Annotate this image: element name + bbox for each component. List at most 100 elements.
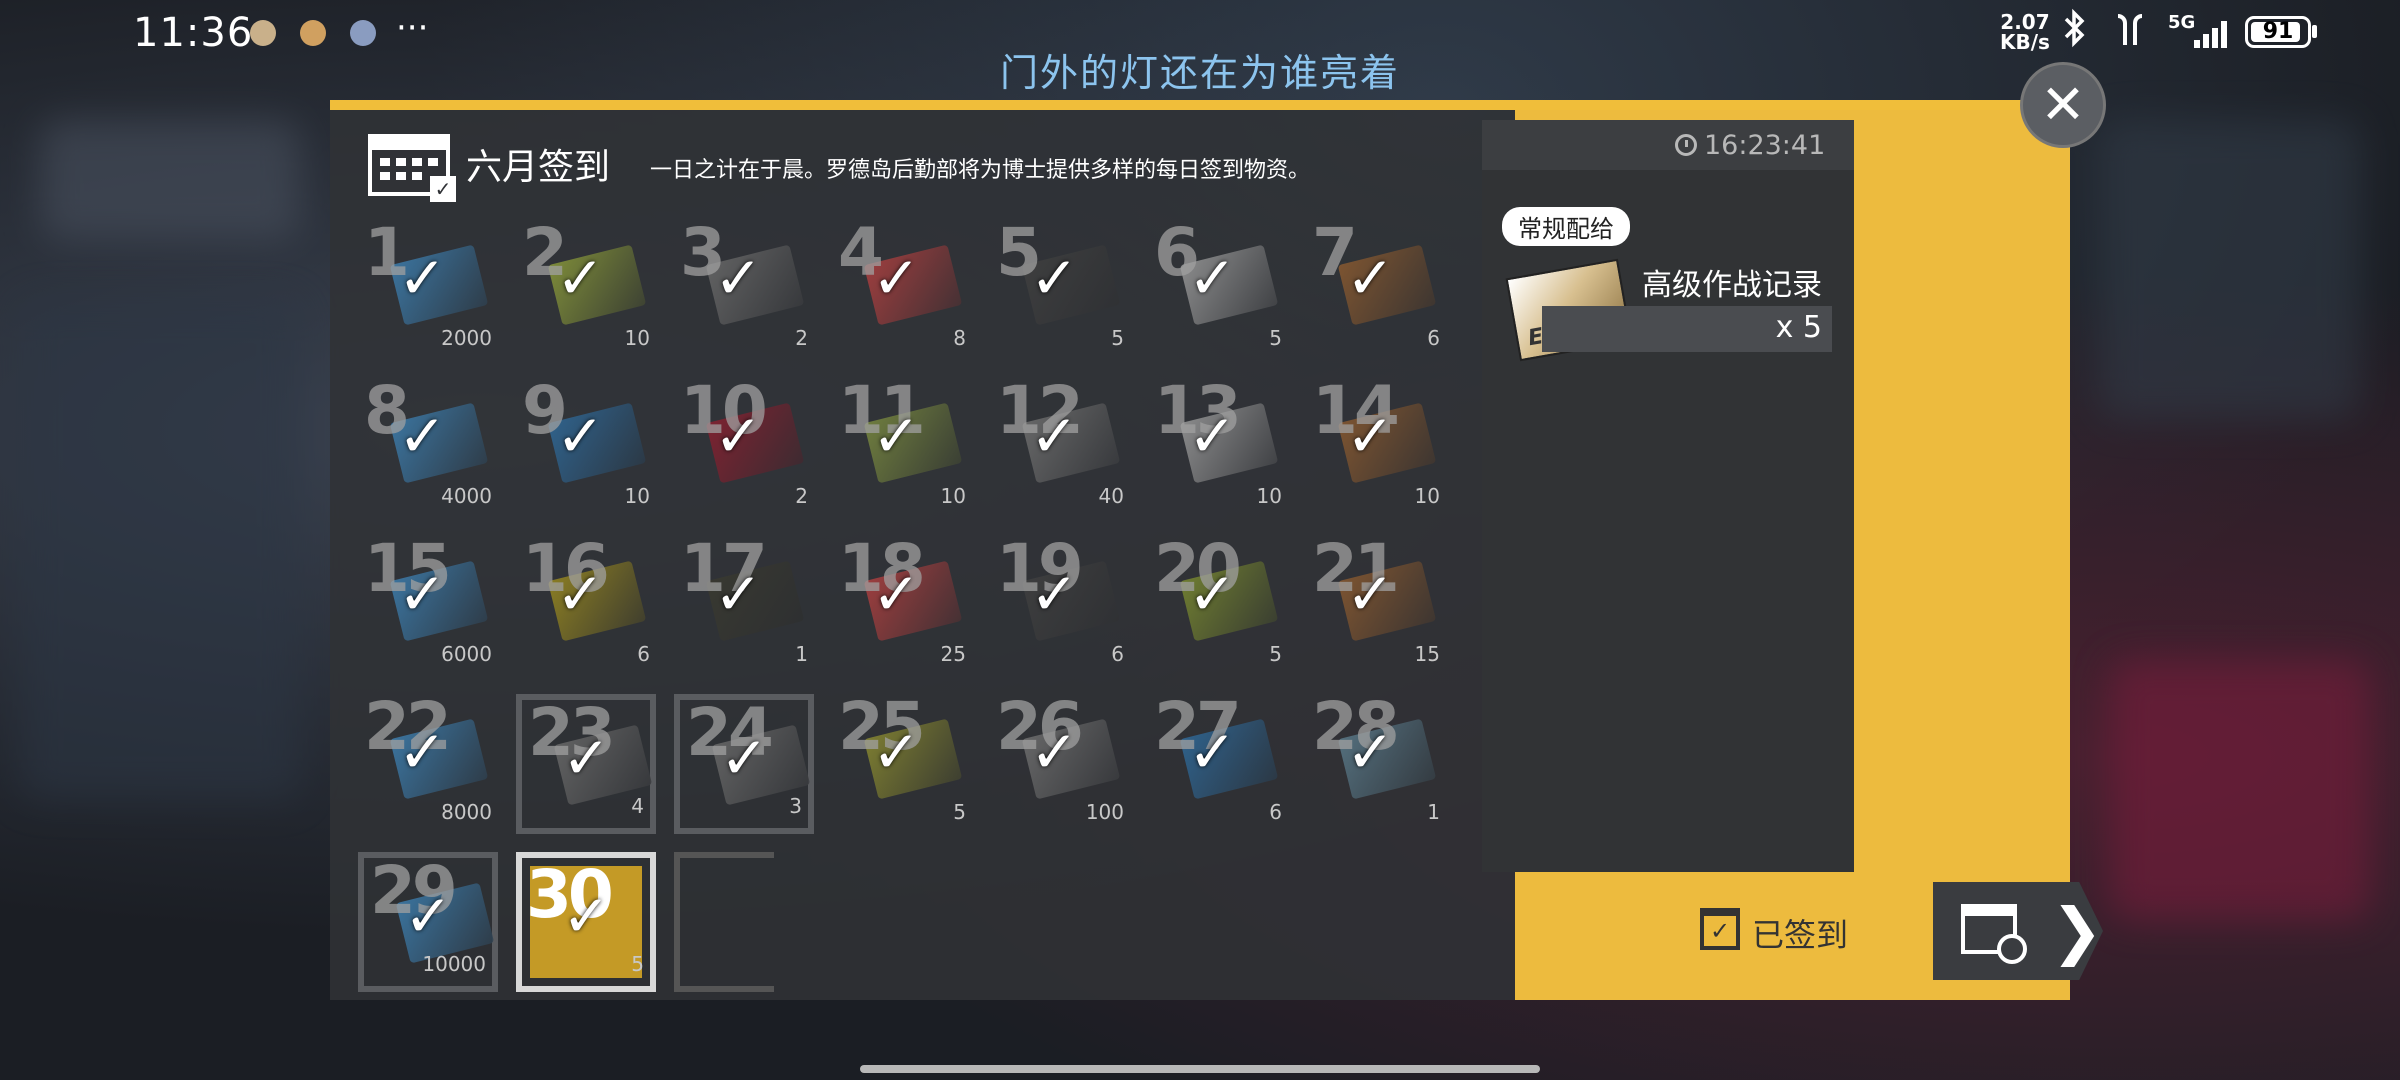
checked-icon: ✓ (1188, 560, 1237, 628)
reward-quantity: 2 (795, 326, 808, 350)
day-cell[interactable]: 17 ✓ 1 (674, 530, 814, 676)
reward-quantity: 5 (1269, 642, 1282, 666)
day-cell[interactable]: 11 ✓ 10 (832, 372, 972, 518)
checked-icon: ✓ (1346, 402, 1395, 470)
checked-icon: ✓ (556, 244, 605, 312)
day-cell[interactable]: 18 ✓ 25 (832, 530, 972, 676)
checked-icon: ✓ (714, 560, 763, 628)
checked-icon: ✓ (720, 724, 769, 792)
checked-icon: ✓ (1030, 244, 1079, 312)
day-cell[interactable]: 16 ✓ 6 (516, 530, 656, 676)
checked-icon: ✓ (1030, 560, 1079, 628)
checked-icon: ✓ (1188, 402, 1237, 470)
reward-quantity: 1 (1427, 800, 1440, 824)
checked-icon: ✓ (1188, 244, 1237, 312)
battery-tip (2312, 25, 2317, 38)
checked-icon: ✓ (714, 402, 763, 470)
calendar-check-icon: ✓ (430, 176, 456, 202)
reward-quantity: 2000 (441, 326, 492, 350)
calendar-search-icon (1961, 904, 2027, 964)
gesture-home-bar[interactable] (860, 1065, 1540, 1073)
calendar-area: ✓ 六月签到 一日之计在于晨。罗德岛后勤部将为博士提供多样的每日签到物资。 1 ✓… (330, 110, 1854, 1000)
reward-quantity: 6 (1427, 326, 1440, 350)
day-cell[interactable]: 4 ✓ 8 (832, 214, 972, 360)
signed-check-icon: ✓ (1700, 908, 1740, 950)
day-cell[interactable]: 20 ✓ 5 (1148, 530, 1288, 676)
calendar-icon: ✓ (368, 134, 456, 202)
empty-day-cell (674, 852, 774, 992)
checked-icon: ✓ (562, 882, 611, 950)
day-cell[interactable]: 6 ✓ 5 (1148, 214, 1288, 360)
day-cell[interactable]: 27 ✓ 6 (1148, 688, 1288, 834)
countdown-time: 16:23:41 (1704, 130, 1826, 161)
checked-icon: ✓ (872, 402, 921, 470)
background-blur (2110, 660, 2370, 920)
reward-quantity: 100 (1085, 800, 1124, 824)
search-icon (1997, 934, 2027, 964)
reward-quantity: 5 (631, 952, 644, 976)
day-cell[interactable]: 14 ✓ 10 (1306, 372, 1446, 518)
reward-quantity: 10 (624, 326, 650, 350)
reward-quantity: 4 (631, 794, 644, 818)
day-cell[interactable]: 1 ✓ 2000 (358, 214, 498, 360)
panel-accent-line (330, 100, 2070, 110)
signed-label: 已签到 (1752, 916, 1849, 954)
day-cell[interactable]: 26 ✓ 100 (990, 688, 1130, 834)
checked-icon: ✓ (398, 718, 447, 786)
reward-quantity: 10 (940, 484, 966, 508)
calendar-history-button[interactable]: ❯ (1933, 882, 2103, 980)
close-icon: ✕ (2040, 73, 2086, 136)
day-cell[interactable]: 28 ✓ 1 (1306, 688, 1446, 834)
checked-icon: ✓ (404, 882, 453, 950)
reward-info-box: 16:23:41 常规配给 EXP x 5 高级作战记录 (1482, 120, 1854, 872)
day-cell[interactable]: 2 ✓ 10 (516, 214, 656, 360)
checked-icon: ✓ (1346, 718, 1395, 786)
reward-quantity: 40 (1098, 484, 1124, 508)
reward-quantity: 8000 (441, 800, 492, 824)
day-cell[interactable]: 24 ✓ 3 (674, 694, 814, 834)
day-cell[interactable]: 10 ✓ 2 (674, 372, 814, 518)
panel-title: 六月签到 (466, 147, 611, 188)
day-cell[interactable]: 25 ✓ 5 (832, 688, 972, 834)
day-cell[interactable]: 21 ✓ 15 (1306, 530, 1446, 676)
day-cell[interactable]: 12 ✓ 40 (990, 372, 1130, 518)
reward-quantity: 10 (1256, 484, 1282, 508)
checkin-panel: ✓ 六月签到 一日之计在于晨。罗德岛后勤部将为博士提供多样的每日签到物资。 1 ✓… (330, 100, 2103, 1000)
day-cell[interactable]: 8 ✓ 4000 (358, 372, 498, 518)
day-cell[interactable]: 7 ✓ 6 (1306, 214, 1446, 360)
reward-quantity: 6 (1111, 642, 1124, 666)
background-blur (20, 300, 300, 800)
reward-quantity: 10 (1414, 484, 1440, 508)
panel-description: 一日之计在于晨。罗德岛后勤部将为博士提供多样的每日签到物资。 (650, 158, 1311, 183)
day-cell[interactable]: 5 ✓ 5 (990, 214, 1130, 360)
day-cell[interactable]: 22 ✓ 8000 (358, 688, 498, 834)
day-cell[interactable]: 23 ✓ 4 (516, 694, 656, 834)
checked-icon: ✓ (398, 244, 447, 312)
reward-item-name: 高级作战记录 (1642, 268, 1822, 303)
reward-quantity: 15 (1414, 642, 1440, 666)
clock-icon (1675, 134, 1697, 156)
supply-type-badge: 常规配给 (1502, 207, 1630, 246)
checked-icon: ✓ (556, 402, 605, 470)
day-cell[interactable]: 29 ✓ 10000 (358, 852, 498, 992)
checked-icon: ✓ (398, 402, 447, 470)
background-blur (40, 120, 300, 240)
reward-quantity: 4000 (441, 484, 492, 508)
day-cell[interactable]: 19 ✓ 6 (990, 530, 1130, 676)
reward-quantity: x 5 (1775, 310, 1822, 345)
close-button[interactable]: ✕ (2020, 62, 2106, 148)
day-cell[interactable]: 13 ✓ 10 (1148, 372, 1288, 518)
day-cell[interactable]: 3 ✓ 2 (674, 214, 814, 360)
checked-icon: ✓ (1346, 244, 1395, 312)
reward-quantity: 1 (795, 642, 808, 666)
reward-quantity: 3 (789, 794, 802, 818)
checked-icon: ✓ (872, 718, 921, 786)
day-cell[interactable]: 15 ✓ 6000 (358, 530, 498, 676)
day-cell[interactable]: 9 ✓ 10 (516, 372, 656, 518)
reward-quantity: 6000 (441, 642, 492, 666)
info-header: 16:23:41 (1482, 120, 1854, 170)
checked-icon: ✓ (1030, 718, 1079, 786)
checked-icon: ✓ (872, 560, 921, 628)
reward-quantity: 8 (953, 326, 966, 350)
day-cell[interactable]: 30 ✓ 5 (516, 852, 656, 992)
